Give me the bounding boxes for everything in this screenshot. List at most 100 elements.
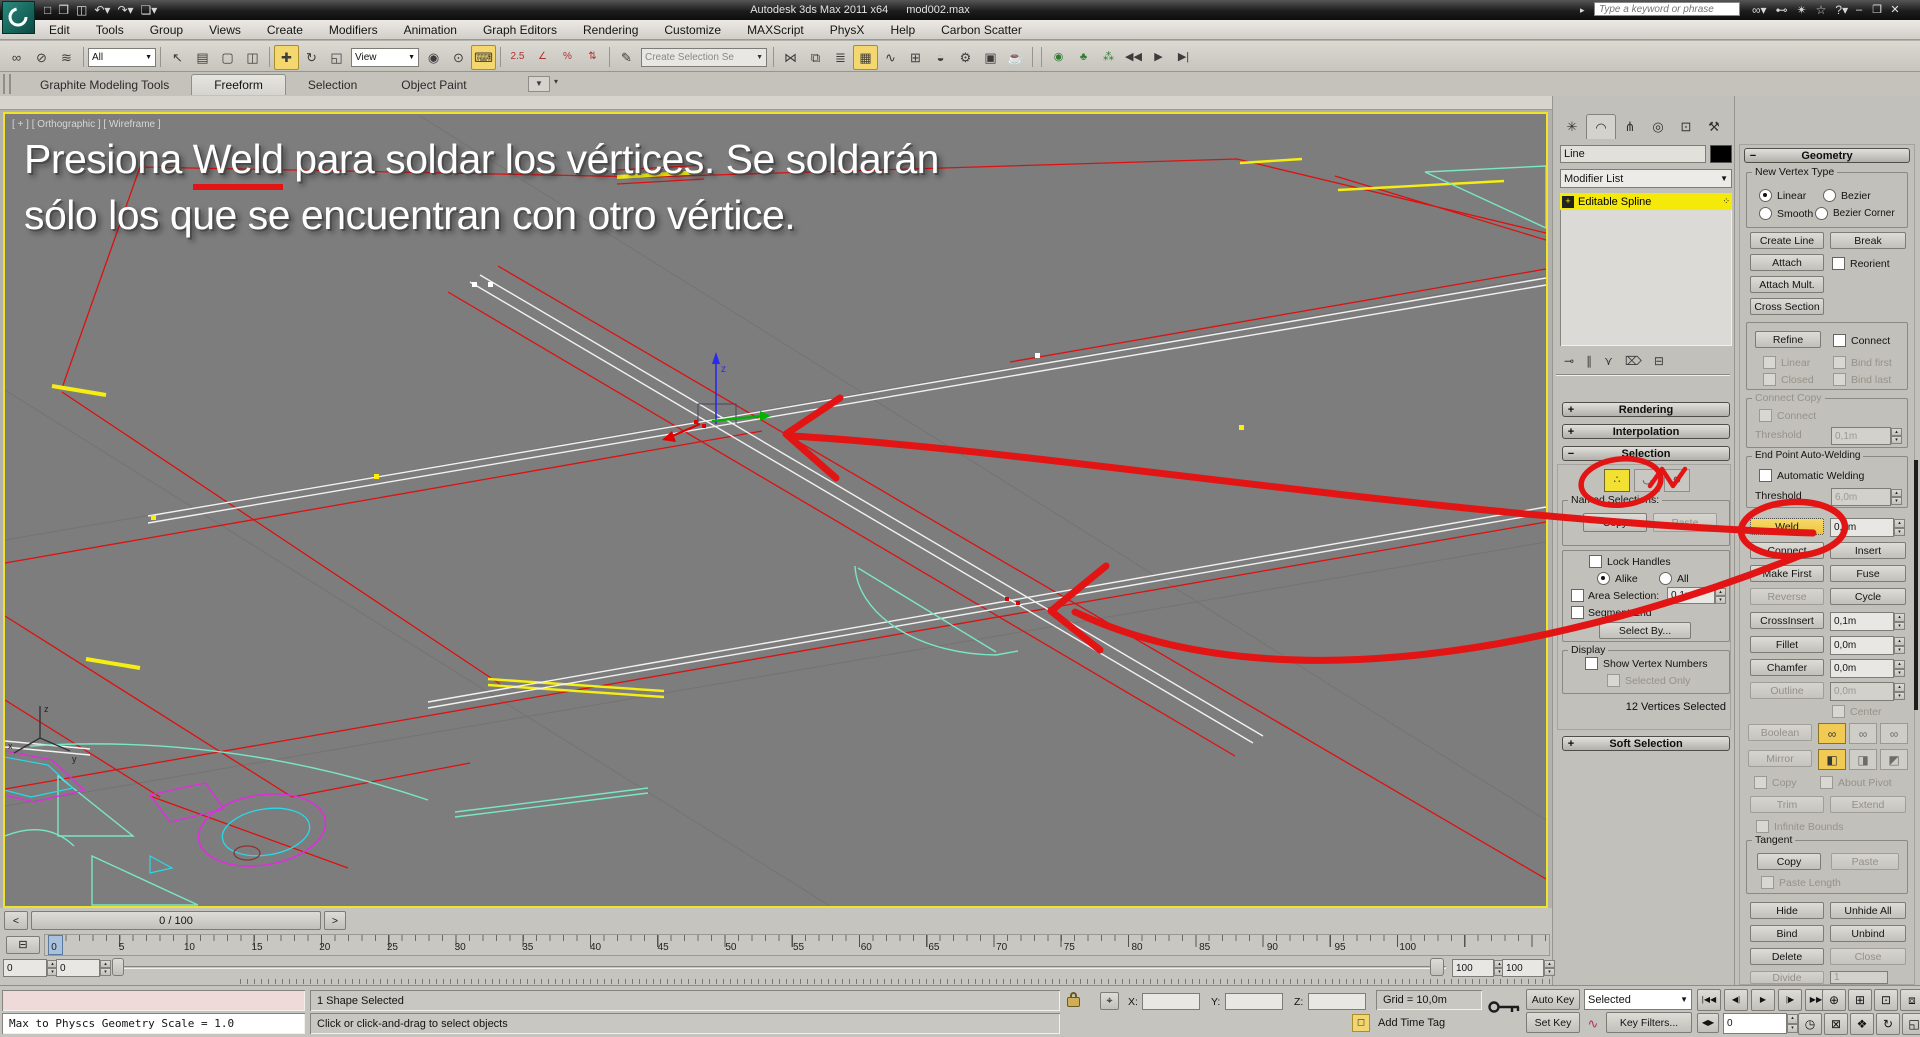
menu-item[interactable]: Tools — [83, 21, 137, 39]
mini-curve-editor-button[interactable]: ⊟ — [6, 936, 40, 954]
trackbar-groove[interactable] — [112, 966, 1446, 969]
rollout-rendering[interactable]: + Rendering — [1562, 402, 1730, 417]
time-slider-bar[interactable]: 0 / 100 — [31, 911, 321, 930]
keyboard-shortcut-override-icon[interactable]: ⌨ — [471, 44, 496, 70]
ribbon-minimize-caret-icon[interactable]: ▾ — [554, 78, 558, 86]
unlink-selection-icon[interactable]: ⊘ — [29, 45, 54, 70]
refine-linear-checkbox[interactable] — [1763, 356, 1776, 369]
new-file-icon[interactable]: □ — [44, 3, 51, 17]
break-button[interactable]: Break — [1830, 232, 1906, 249]
boolean-subtract-icon[interactable]: ∞ — [1849, 723, 1877, 744]
zoom-icon[interactable]: ⊕ — [1822, 989, 1846, 1011]
stack-item-editable-spline[interactable]: + Editable Spline ⁘ — [1560, 193, 1732, 210]
linear-radio[interactable] — [1759, 189, 1772, 202]
menu-item[interactable]: Create — [254, 21, 316, 39]
alike-radio[interactable] — [1597, 572, 1610, 585]
time-slider-next-button[interactable]: > — [324, 911, 346, 930]
search-input[interactable] — [1594, 2, 1740, 16]
geometry-scrollbar[interactable] — [1914, 460, 1918, 710]
set-key-button[interactable]: Set Key — [1526, 1012, 1580, 1033]
paste-length-checkbox[interactable] — [1761, 876, 1774, 889]
select-and-manipulate-icon[interactable]: ⊙ — [446, 45, 471, 70]
previous-frame-icon[interactable]: ◀| — [1724, 989, 1748, 1011]
area-selection-spinner[interactable]: ▴ ▾ — [1715, 588, 1726, 604]
maxscript-mini-listener-pink[interactable] — [2, 990, 305, 1011]
object-name-field[interactable]: Line — [1560, 145, 1706, 163]
weld-threshold-spinner[interactable]: ▴ ▾ — [1894, 519, 1905, 536]
menu-item[interactable]: Customize — [651, 21, 734, 39]
select-and-scale-icon[interactable]: ◱ — [324, 45, 349, 70]
tangent-paste-button[interactable]: Paste — [1831, 853, 1899, 870]
select-object-icon[interactable]: ↖ — [165, 45, 190, 70]
menu-item[interactable]: Views — [196, 21, 254, 39]
mirror-vertical-icon[interactable]: ◨ — [1849, 749, 1877, 770]
maxscript-mini-listener[interactable]: Max to Physcs Geometry Scale = 1.0 — [2, 1013, 305, 1034]
time-slider-prev-button[interactable]: < — [4, 911, 28, 930]
delete-button[interactable]: Delete — [1750, 948, 1824, 965]
orbit-icon[interactable]: ↻ — [1876, 1013, 1900, 1035]
schematic-view-icon[interactable]: ⊞ — [903, 45, 928, 70]
attach-mult-button[interactable]: Attach Mult. — [1750, 276, 1824, 293]
absolute-offset-toggle-icon[interactable]: ⌖ — [1100, 992, 1119, 1010]
y-coord-field[interactable] — [1225, 993, 1283, 1010]
ribbon-tab[interactable]: Object Paint — [379, 75, 488, 95]
redo-icon[interactable]: ↷▾ — [117, 3, 133, 17]
edit-named-selection-sets-icon[interactable]: ✎ — [614, 45, 639, 70]
mirror-button[interactable]: Mirror — [1748, 750, 1812, 767]
rectangular-selection-region-icon[interactable]: ▢ — [215, 45, 240, 70]
time-tag-cube-icon[interactable]: ◻ — [1352, 1014, 1370, 1032]
hide-button[interactable]: Hide — [1750, 902, 1824, 919]
fuse-button[interactable]: Fuse — [1830, 565, 1906, 582]
select-and-move-icon[interactable]: ✚ — [274, 44, 299, 70]
percent-snap-icon[interactable]: % — [555, 45, 580, 70]
trackbar-handle-left[interactable] — [112, 958, 124, 976]
unhide-all-button[interactable]: Unhide All — [1830, 902, 1906, 919]
motion-tab-icon[interactable]: ◎ — [1644, 115, 1672, 139]
insert-button[interactable]: Insert — [1830, 542, 1906, 559]
smooth-radio[interactable] — [1759, 207, 1772, 220]
rendered-frame-window-icon[interactable]: ▣ — [978, 45, 1003, 70]
divide-field[interactable]: 1 — [1830, 971, 1888, 984]
range-end-field-a[interactable]: 100 — [1452, 959, 1494, 977]
zoom-extents-icon[interactable]: ⊡ — [1874, 989, 1898, 1011]
close-button-geometry[interactable]: Close — [1830, 948, 1906, 965]
ribbon-tab[interactable]: Graphite Modeling Tools — [18, 75, 191, 95]
rollout-geometry[interactable]: − Geometry — [1744, 148, 1910, 163]
mirror-copy-checkbox[interactable] — [1754, 776, 1767, 789]
menu-item[interactable]: PhysX — [817, 21, 878, 39]
area-selection-field[interactable]: 0,1m — [1667, 587, 1715, 604]
display-tab-icon[interactable]: ⊡ — [1672, 115, 1700, 139]
divide-button[interactable]: Divide — [1750, 971, 1824, 984]
restore-button[interactable]: ❐ — [1868, 3, 1886, 16]
unbind-button[interactable]: Unbind — [1830, 925, 1906, 942]
go-to-start-icon[interactable]: |◀◀ — [1697, 989, 1721, 1011]
viewport-label[interactable]: [ + ] [ Orthographic ] [ Wireframe ] — [12, 119, 161, 130]
modifier-list-dropdown[interactable]: Modifier List ▼ — [1560, 169, 1732, 188]
refine-connect-checkbox[interactable] — [1833, 334, 1846, 347]
spline-subobject-icon[interactable]: ∿ — [1664, 469, 1690, 492]
auto-weld-threshold-field[interactable]: 6,0m — [1831, 488, 1891, 506]
ribbon-tab[interactable]: Freeform — [191, 74, 286, 95]
fillet-button[interactable]: Fillet — [1750, 636, 1824, 653]
pan-icon[interactable]: ❖ — [1850, 1013, 1874, 1035]
outline-button[interactable]: Outline — [1750, 682, 1824, 699]
modifier-stack[interactable]: + Editable Spline ⁘ — [1560, 193, 1732, 346]
connect-copy-checkbox[interactable] — [1759, 409, 1772, 422]
attach-button[interactable]: Attach — [1750, 254, 1824, 271]
show-end-result-icon[interactable]: ∥ — [1586, 355, 1592, 367]
copy-named-selection-button[interactable]: Copy — [1583, 513, 1647, 532]
trim-button[interactable]: Trim — [1750, 796, 1824, 813]
select-by-name-icon[interactable]: ▤ — [190, 45, 215, 70]
spinner-snap-icon[interactable]: ⇅ — [580, 45, 605, 70]
set-key-curve-icon[interactable]: ∿ — [1584, 1014, 1602, 1032]
menu-item[interactable]: Rendering — [570, 21, 651, 39]
make-first-button[interactable]: Make First — [1750, 565, 1824, 582]
utilities-tab-icon[interactable]: ⚒ — [1700, 115, 1728, 139]
boolean-union-icon[interactable]: ∞ — [1818, 723, 1846, 744]
angle-snap-icon[interactable]: ∠ — [530, 45, 555, 70]
weld-button[interactable]: Weld — [1750, 518, 1824, 535]
minimize-button[interactable]: – — [1850, 4, 1868, 16]
rollout-interpolation[interactable]: + Interpolation — [1562, 424, 1730, 439]
connect-button[interactable]: Connect — [1750, 542, 1824, 559]
mirror-horizontal-icon[interactable]: ◧ — [1818, 749, 1846, 770]
